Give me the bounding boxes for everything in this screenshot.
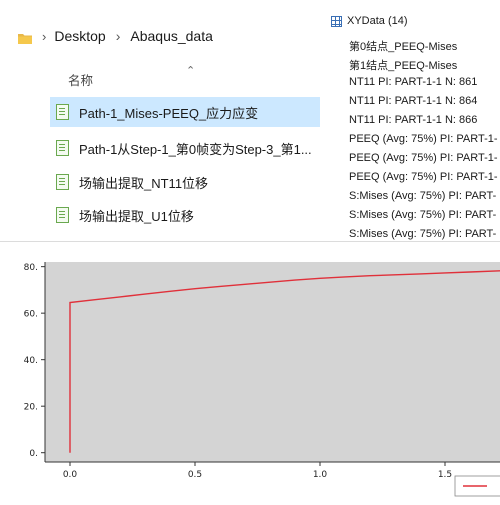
tree-item[interactable]: NT11 PI: PART-1-1 N: 861 [349, 76, 477, 88]
address-bar[interactable]: › Desktop › Abaqus_data [0, 22, 327, 50]
file-row[interactable]: 场输出提取_NT11位移 [50, 167, 320, 197]
file-row[interactable]: 场输出提取_U1位移 [50, 200, 320, 230]
y-tick-label: 20. [24, 403, 38, 413]
tree-item[interactable]: NT11 PI: PART-1-1 N: 864 [349, 95, 477, 107]
plot-background [45, 262, 500, 462]
tree-item[interactable]: S:Mises (Avg: 75%) PI: PART- [349, 209, 496, 221]
tree-item[interactable]: PEEQ (Avg: 75%) PI: PART-1- [349, 152, 498, 164]
x-tick-label: 1.5 [438, 470, 452, 480]
x-tick-label: 0.0 [63, 470, 78, 480]
sort-ascending-icon: ⌃ [186, 65, 196, 77]
file-name: 场输出提取_NT11位移 [79, 175, 209, 191]
x-tick-label: 0.5 [188, 470, 202, 480]
tree-root[interactable]: XYData (14) [331, 15, 408, 27]
y-tick-label: 40. [24, 356, 38, 366]
tree-item[interactable]: 第1结点_PEEQ-Mises [349, 57, 457, 73]
file-name: Path-1_Mises-PEEQ_应力应变 [79, 105, 259, 121]
file-row[interactable]: Path-1从Step-1_第0帧变为Step-3_第1... [50, 133, 320, 163]
folder-icon [18, 31, 32, 44]
text-file-icon [56, 174, 69, 190]
tree-item[interactable]: 第0结点_PEEQ-Mises [349, 38, 457, 54]
column-header-name[interactable]: ⌃ 名称 [0, 62, 327, 90]
tree-item[interactable]: NT11 PI: PART-1-1 N: 866 [349, 114, 477, 126]
y-tick-label: 0. [29, 449, 38, 459]
chevron-right-icon[interactable]: › [42, 29, 46, 44]
tree-root-label: XYData (14) [347, 15, 408, 27]
column-label-name: 名称 [68, 74, 94, 88]
xydata-tree: XYData (14) 第0结点_PEEQ-Mises 第1结点_PEEQ-Mi… [327, 0, 500, 240]
file-row[interactable]: Path-1_Mises-PEEQ_应力应变 [50, 97, 320, 127]
chevron-right-icon[interactable]: › [116, 28, 121, 44]
xydata-grid-icon [331, 15, 342, 27]
file-name: 场输出提取_U1位移 [79, 208, 194, 224]
y-tick-label: 60. [24, 310, 38, 320]
section-divider [0, 241, 500, 257]
breadcrumb-abaqus-data[interactable]: Abaqus_data [130, 28, 213, 44]
tree-item[interactable]: S:Mises (Avg: 75%) PI: PART- [349, 190, 496, 202]
breadcrumb-desktop[interactable]: Desktop [54, 28, 105, 44]
file-name: Path-1从Step-1_第0帧变为Step-3_第1... [79, 141, 312, 157]
tree-item[interactable]: PEEQ (Avg: 75%) PI: PART-1- [349, 171, 498, 183]
x-tick-label: 1.0 [313, 470, 328, 480]
xy-plot: 0. 20. 40. 60. 80. 0.0 0.5 1.0 1.5 [0, 256, 500, 500]
legend [454, 475, 500, 497]
tree-item[interactable]: S:Mises (Avg: 75%) PI: PART- [349, 228, 496, 240]
text-file-icon [56, 207, 69, 223]
file-explorer: › Desktop › Abaqus_data ⌃ 名称 Path-1_Mise… [0, 0, 327, 240]
y-tick-label: 80. [24, 263, 38, 273]
tree-item[interactable]: PEEQ (Avg: 75%) PI: PART-1- [349, 133, 498, 145]
xy-plot-canvas: 0. 20. 40. 60. 80. 0.0 0.5 1.0 1.5 [24, 262, 500, 497]
text-file-icon [56, 140, 69, 156]
text-file-icon [56, 104, 69, 120]
